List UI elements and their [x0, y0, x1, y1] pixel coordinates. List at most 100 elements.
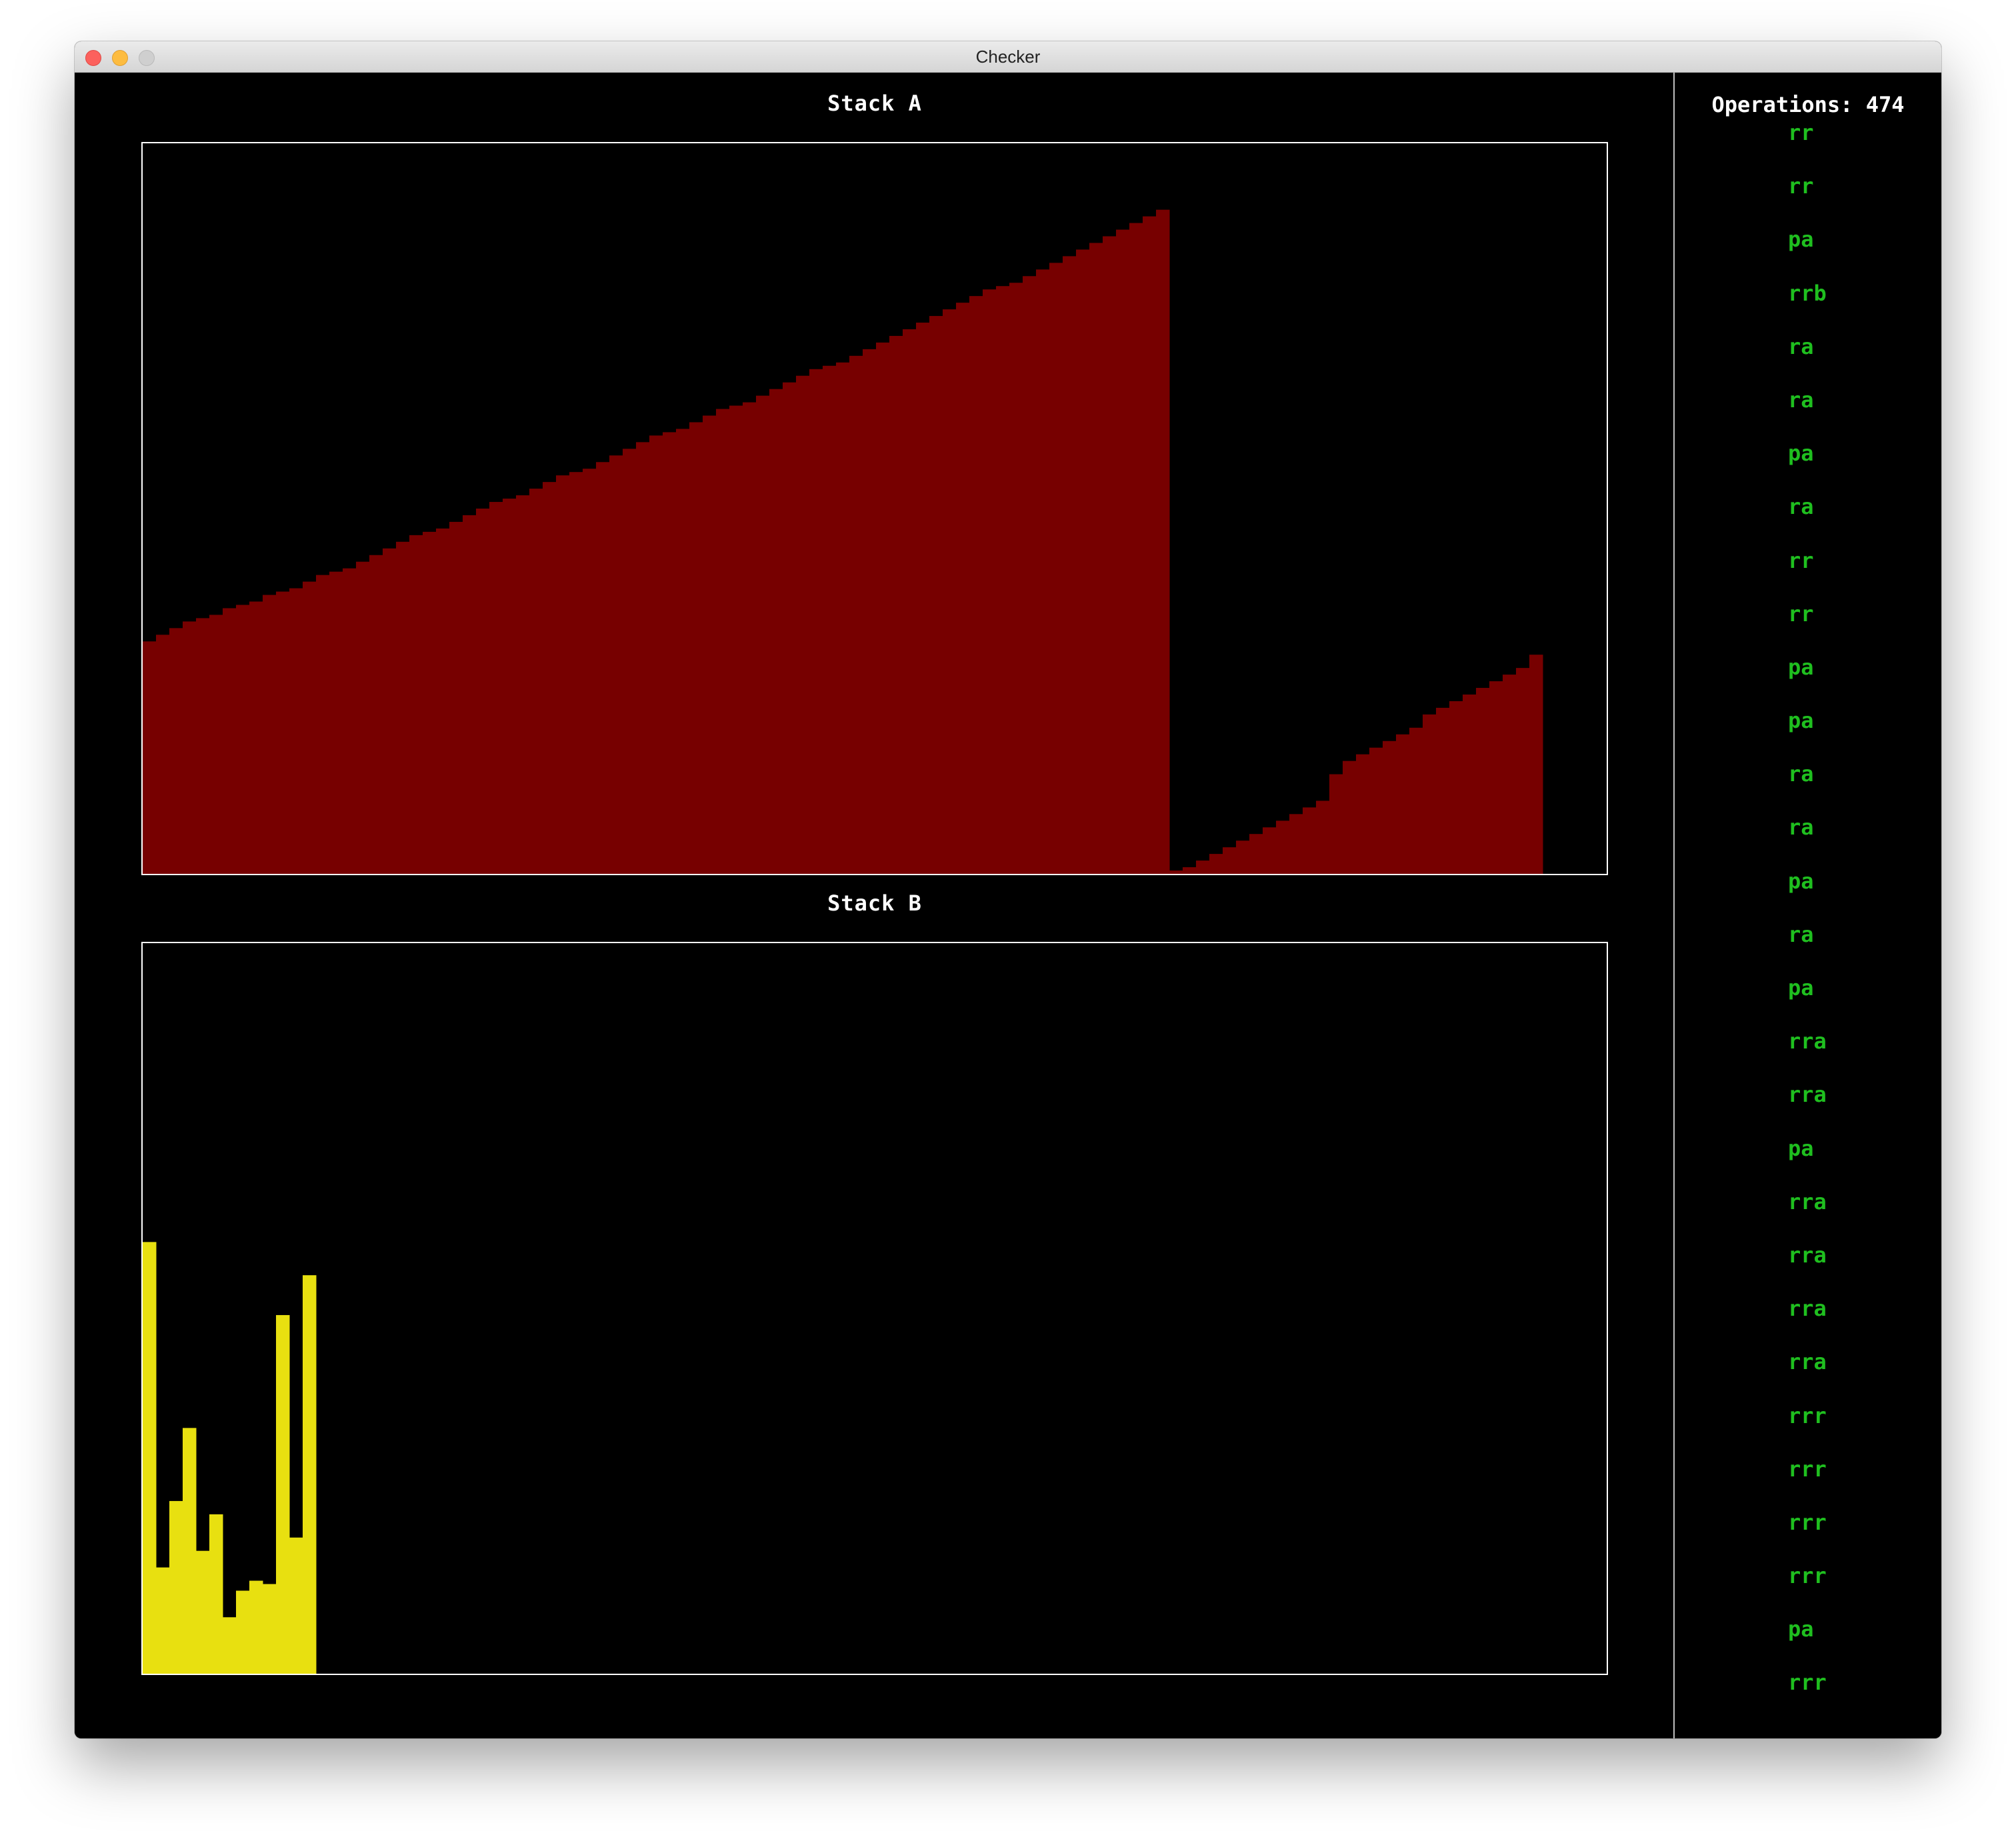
stack-bar: [1383, 741, 1397, 874]
stack-bar: [929, 316, 943, 874]
stack-bar: [236, 1590, 250, 1674]
stack-bar: [1516, 668, 1530, 874]
stack-bar: [1063, 256, 1077, 874]
stack-bar: [1103, 236, 1117, 874]
operation-item: ra: [1788, 921, 1814, 947]
operation-item: rra: [1788, 1242, 1827, 1268]
stack-bar: [316, 575, 330, 874]
checker-window: Checker Stack A Stack B Operations: 474 …: [75, 41, 1941, 1738]
stack-bar: [1463, 694, 1477, 874]
stack-bar: [356, 561, 370, 874]
stack-bar: [1116, 229, 1130, 874]
stack-bar: [223, 1617, 237, 1674]
stack-bar: [156, 635, 170, 874]
stack-bar: [796, 375, 810, 874]
stack-bar: [956, 303, 970, 874]
operation-item: pa: [1788, 227, 1814, 253]
stack-bar: [943, 309, 957, 874]
stack-bar: [529, 489, 543, 874]
stack-bar: [663, 432, 677, 874]
stack-bar: [703, 415, 717, 874]
stack-bar: [729, 405, 743, 874]
stack-bar: [636, 442, 650, 874]
stack-bar: [463, 515, 477, 874]
stack-bar: [503, 499, 517, 874]
operation-item: rrb: [1788, 280, 1827, 306]
stack-bar: [1263, 827, 1277, 874]
stack-bar: [743, 402, 757, 874]
stack-bar: [236, 605, 250, 874]
stack-bar: [689, 422, 703, 874]
stack-bar: [849, 355, 863, 874]
stack-bar: [1409, 727, 1423, 874]
stack-bar: [1423, 714, 1437, 874]
stack-bar: [169, 1500, 183, 1674]
stack-bar: [1169, 871, 1183, 874]
stack-bar: [596, 462, 610, 874]
operation-item: rr: [1788, 547, 1814, 573]
stack-bar: [1436, 707, 1450, 874]
stack-bar: [436, 528, 450, 874]
stack-bar: [1183, 867, 1197, 874]
stack-bar: [969, 296, 983, 874]
operation-item: rr: [1788, 173, 1814, 199]
window-title: Checker: [975, 47, 1041, 67]
stack-b-panel: [141, 942, 1608, 1675]
stack-bar: [1356, 754, 1370, 874]
stack-bar: [1343, 761, 1357, 874]
stack-bar: [876, 342, 890, 874]
stack-bar: [1023, 276, 1037, 874]
stack-bar: [1143, 216, 1157, 874]
operation-item: rra: [1788, 1296, 1827, 1322]
stack-a-panel: [141, 142, 1608, 875]
operation-item: pa: [1788, 975, 1814, 1000]
operation-item: rrr: [1788, 1402, 1827, 1428]
operations-count: 474: [1865, 92, 1905, 117]
stack-bar: [783, 382, 797, 874]
stack-bar: [276, 591, 290, 874]
stack-bar: [1236, 841, 1250, 874]
stack-bar: [903, 329, 917, 874]
stack-bar: [863, 349, 877, 874]
stack-bar: [196, 618, 210, 874]
stack-a-chart: [143, 209, 1543, 874]
stack-b-chart: [143, 1242, 317, 1674]
stack-bar: [263, 595, 277, 874]
stack-bar: [1476, 688, 1490, 874]
stack-bar: [209, 615, 223, 874]
stack-bar: [1396, 734, 1410, 874]
operations-header: Operations: 474: [1675, 91, 1941, 118]
title-bar: Checker: [75, 41, 1941, 73]
operation-item: rrr: [1788, 1509, 1827, 1535]
stack-bar: [1329, 774, 1343, 874]
stack-bar: [996, 286, 1010, 874]
stack-bar: [836, 362, 850, 874]
operation-item: pa: [1788, 441, 1814, 467]
stack-bar: [1289, 814, 1303, 874]
stack-bar: [516, 495, 530, 874]
stack-bar: [983, 289, 997, 874]
stack-bar: [889, 335, 903, 874]
operation-item: pa: [1788, 1616, 1814, 1642]
stack-bar: [143, 1242, 157, 1674]
stack-bar: [1036, 269, 1050, 874]
stack-bar: [609, 455, 623, 874]
stack-bar: [1196, 861, 1210, 874]
operation-item: ra: [1788, 761, 1814, 787]
stack-bar: [823, 365, 837, 874]
stack-bar: [1129, 223, 1143, 874]
stack-bar: [383, 548, 397, 874]
stack-bar: [196, 1550, 210, 1674]
stack-bar: [183, 1428, 197, 1674]
stack-bar: [1156, 209, 1170, 874]
stack-bar: [329, 571, 343, 874]
operation-item: rra: [1788, 1188, 1827, 1214]
stack-bar: [756, 395, 770, 874]
stack-bar: [583, 469, 597, 874]
operation-item: pa: [1788, 1135, 1814, 1161]
stack-bar: [1489, 681, 1503, 874]
stack-bar: [556, 475, 570, 874]
stack-bar: [423, 531, 437, 874]
stack-bar: [143, 641, 157, 874]
operation-item: rrr: [1788, 1670, 1827, 1696]
